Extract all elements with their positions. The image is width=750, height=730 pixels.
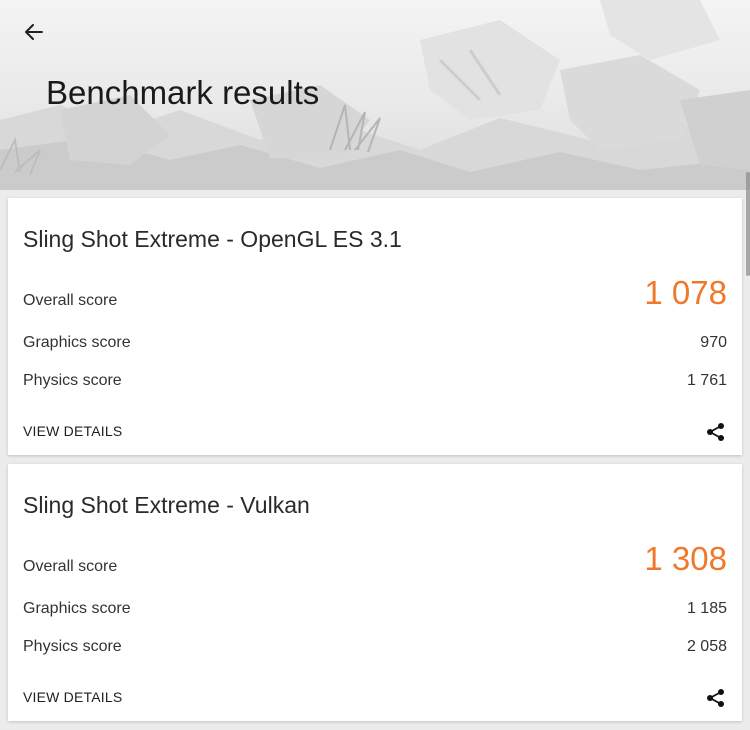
overall-score-value: 1 308 — [644, 540, 727, 577]
result-card-vulkan: Sling Shot Extreme - Vulkan Overall scor… — [8, 464, 742, 721]
physics-score-value: 2 058 — [686, 638, 727, 655]
graphics-score-value: 970 — [700, 334, 727, 351]
graphics-score-value: 1 185 — [686, 600, 727, 617]
graphics-score-label: Graphics score — [23, 334, 131, 351]
overall-score-label: Overall score — [23, 558, 118, 575]
graphics-score-label: Graphics score — [23, 600, 131, 617]
benchmark-results-screen: Benchmark results Sling Shot Extreme - O… — [0, 0, 750, 730]
share-button[interactable] — [702, 418, 730, 446]
card-title: Sling Shot Extreme - Vulkan — [23, 492, 310, 518]
share-icon — [707, 689, 724, 707]
view-details-button[interactable]: VIEW DETAILS — [23, 423, 122, 439]
share-button[interactable] — [702, 684, 730, 712]
view-details-button[interactable]: VIEW DETAILS — [23, 689, 122, 705]
scrollbar[interactable] — [746, 172, 750, 276]
overall-score-value: 1 078 — [644, 274, 727, 311]
physics-score-value: 1 761 — [686, 372, 727, 389]
physics-score-label: Physics score — [23, 638, 122, 655]
page-title: Benchmark results — [46, 74, 320, 111]
overall-score-label: Overall score — [23, 292, 118, 309]
card-title: Sling Shot Extreme - OpenGL ES 3.1 — [23, 226, 402, 252]
back-button[interactable] — [18, 16, 50, 48]
arrow-left-icon — [25, 24, 43, 40]
share-icon — [707, 423, 724, 441]
header-banner: Benchmark results — [0, 0, 750, 190]
result-card-opengl: Sling Shot Extreme - OpenGL ES 3.1 Overa… — [8, 198, 742, 455]
physics-score-label: Physics score — [23, 372, 122, 389]
